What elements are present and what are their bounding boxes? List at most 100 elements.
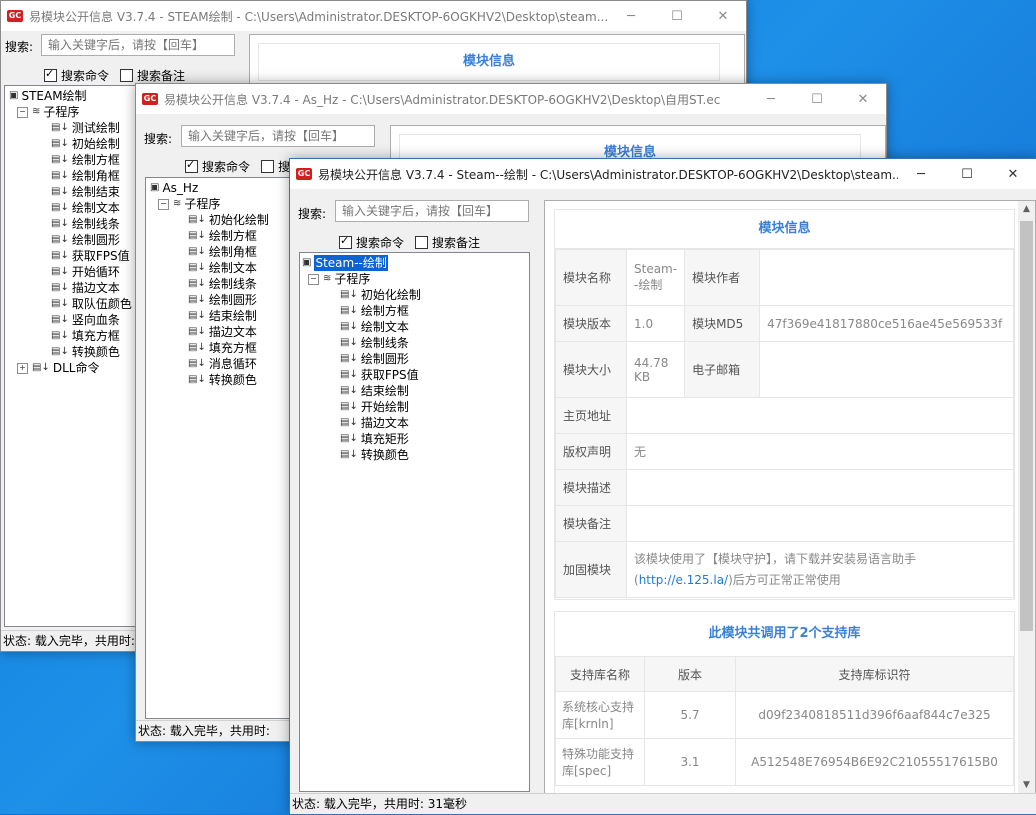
title-bar[interactable]: GC 易模块公开信息 V3.7.4 - STEAM绘制 - C:\Users\A… [1, 1, 746, 31]
search-input[interactable] [41, 34, 235, 56]
function-icon: ▤↓ [188, 342, 206, 353]
status-bar: 状态: 载入完毕，共用时: 31毫秒 [290, 793, 1036, 814]
tree-item[interactable]: ▤↓ 绘制线条 [340, 335, 529, 351]
folder-icon: ≋ [173, 198, 182, 209]
function-icon: ▤↓ [188, 230, 206, 241]
scroll-up-icon[interactable]: ▲ [1018, 201, 1035, 218]
search-input[interactable] [335, 200, 529, 222]
minimize-button[interactable]: ─ [898, 159, 944, 189]
checkbox-box[interactable] [415, 236, 428, 249]
close-button[interactable]: ✕ [700, 1, 746, 31]
tree-item-label: 填充矩形 [360, 432, 409, 446]
maximize-button[interactable]: ☐ [794, 84, 840, 114]
close-button[interactable]: ✕ [840, 84, 886, 114]
tree-node-label: STEAM绘制 [21, 89, 87, 103]
checkbox-box[interactable] [120, 69, 133, 82]
tree-item-label: 绘制线条 [71, 217, 120, 231]
tree-root[interactable]: ▣ Steam--绘制 [302, 255, 529, 271]
checkbox-box[interactable] [261, 160, 274, 173]
tree-item[interactable]: ▤↓ 描边文本 [340, 415, 529, 431]
scroll-down-icon[interactable]: ▼ [1018, 777, 1035, 794]
function-icon: ▤↓ [51, 202, 69, 213]
function-icon: ▤↓ [51, 266, 69, 277]
checkbox-box[interactable] [339, 234, 352, 249]
function-icon: ▤↓ [188, 374, 206, 385]
tree-item[interactable]: ▤↓ 结束绘制 [340, 383, 529, 399]
title-bar[interactable]: GC 易模块公开信息 V3.7.4 - Steam--绘制 - C:\Users… [290, 159, 1036, 189]
minimize-button[interactable]: ─ [748, 84, 794, 114]
collapse-icon[interactable]: − [308, 273, 319, 285]
function-icon: ▤↓ [340, 385, 358, 396]
minimize-button[interactable]: ─ [608, 1, 654, 31]
maximize-button[interactable]: ☐ [654, 1, 700, 31]
search-command-checkbox[interactable]: 搜索命令 [44, 67, 109, 84]
checkbox-box[interactable] [185, 158, 198, 173]
tree-item[interactable]: ▤↓ 开始绘制 [340, 399, 529, 415]
function-icon: ▤↓ [340, 369, 358, 380]
tree-node-label: 子程序 [43, 105, 80, 119]
function-icon: ▤↓ [188, 310, 206, 321]
function-icon: ▤↓ [340, 337, 358, 348]
helper-link[interactable]: http://e.125.la/ [639, 573, 728, 587]
scroll-thumb[interactable] [1020, 221, 1033, 631]
tree-item-label: 绘制文本 [360, 320, 409, 334]
tree-item[interactable]: ▤↓ 绘制文本 [340, 319, 529, 335]
tree-item[interactable]: ▤↓ 绘制圆形 [340, 351, 529, 367]
collapse-icon[interactable]: − [158, 198, 169, 210]
tree-item-label: 描边文本 [71, 281, 120, 295]
tree-item[interactable]: ▤↓ 初始化绘制 [340, 287, 529, 303]
checkbox-box[interactable] [44, 67, 57, 82]
function-icon: ▤↓ [51, 218, 69, 229]
libs-header-id: 支持库标识符 [735, 656, 1014, 692]
tree-item-label: 绘制角框 [71, 169, 120, 183]
search-note-checkbox[interactable]: 搜索备注 [120, 67, 185, 84]
card-title: 模块信息 [555, 210, 1014, 249]
folder-icon: ≋ [32, 106, 41, 117]
tree-item[interactable]: ▤↓ 获取FPS值 [340, 367, 529, 383]
function-icon: ▤↓ [340, 433, 358, 444]
tree-item[interactable]: ▤↓ 转换颜色 [340, 447, 529, 463]
tree-item-label: 绘制方框 [71, 153, 120, 167]
vertical-scrollbar[interactable]: ▲ ▼ [1018, 201, 1035, 794]
close-button[interactable]: ✕ [990, 159, 1036, 189]
function-icon: ▤↓ [340, 417, 358, 428]
tree-item[interactable]: ▤↓ 填充矩形 [340, 431, 529, 447]
collapse-icon[interactable]: − [17, 106, 28, 118]
module-tree[interactable]: ▣ Steam--绘制 − ≋ 子程序 ▤↓ 初始化绘制 ▤↓ 绘制方框 ▤↓ 绘制文本 ▤↓ 绘制… [299, 252, 530, 792]
note-value [626, 505, 1014, 542]
tree-item-label: 绘制文本 [71, 201, 120, 215]
function-icon: ▤↓ [51, 282, 69, 293]
search-command-checkbox[interactable]: 搜索命令 [339, 234, 404, 251]
search-note-checkbox[interactable]: 搜 [261, 158, 290, 175]
tree-item[interactable]: ▤↓ 绘制方框 [340, 303, 529, 319]
maximize-button[interactable]: ☐ [944, 159, 990, 189]
tree-item-label: 开始循环 [71, 265, 120, 279]
function-icon: ▤↓ [188, 278, 206, 289]
function-icon: ▤↓ [51, 138, 69, 149]
search-note-checkbox[interactable]: 搜索备注 [415, 234, 480, 251]
window-steam-module[interactable]: GC 易模块公开信息 V3.7.4 - Steam--绘制 - C:\Users… [289, 158, 1036, 815]
expand-icon[interactable]: + [17, 362, 28, 374]
tree-item-label: 绘制圆形 [208, 293, 257, 307]
homepage-label: 主页地址 [555, 397, 627, 434]
function-icon: ▤↓ [51, 314, 69, 325]
libs-card: 此模块共调用了2个支持库 支持库名称 版本 支持库标识符 系统核心支持库[krn… [554, 611, 1015, 794]
title-bar[interactable]: GC 易模块公开信息 V3.7.4 - As_Hz - C:\Users\Adm… [136, 84, 886, 114]
module-icon: ▣ [9, 90, 19, 101]
function-icon: ▤↓ [51, 186, 69, 197]
search-command-checkbox[interactable]: 搜索命令 [185, 158, 250, 175]
lib-name: 系统核心支持库[krnln] [555, 691, 645, 739]
tree-node-label: As_Hz [162, 181, 199, 195]
copyright-value: 无 [626, 433, 1014, 470]
tree-item-label: 结束绘制 [208, 309, 257, 323]
function-icon: ▤↓ [51, 330, 69, 341]
encrypt-label: 加固模块 [555, 541, 627, 598]
name-value: Steam--绘制 [625, 249, 686, 306]
search-input[interactable] [181, 125, 375, 147]
tree-item-label: 填充方框 [71, 329, 120, 343]
tree-group[interactable]: − ≋ 子程序 [302, 271, 529, 287]
tree-item-label: 绘制方框 [208, 229, 257, 243]
info-panel[interactable]: 模块信息 模块名称 Steam--绘制 模块作者 模块版本 1.0 模块MD5 … [544, 200, 1036, 795]
info-card: 模块信息 [258, 43, 720, 81]
function-icon: ▤↓ [188, 294, 206, 305]
